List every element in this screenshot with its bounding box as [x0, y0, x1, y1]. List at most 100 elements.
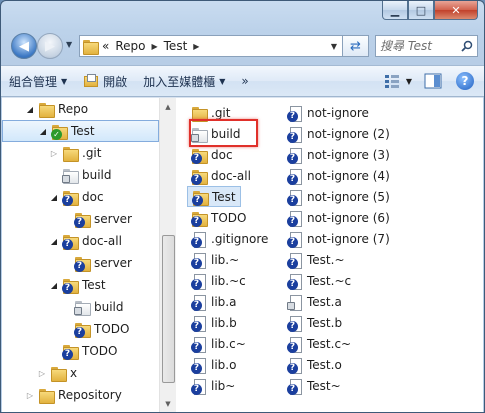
file-item-label: Test.a — [307, 294, 342, 309]
tree-item[interactable]: build — [2, 296, 159, 318]
forward-button[interactable]: ▶ — [37, 33, 63, 59]
organize-menu[interactable]: 組合管理 ▼ — [1, 66, 75, 96]
tree-item[interactable]: ◢? doc-all — [2, 230, 159, 252]
unversioned-badge-icon: ? — [191, 278, 202, 290]
file-item-label: not-ignore (7) — [307, 231, 390, 246]
file-item[interactable]: ? not-ignore (5) — [283, 186, 394, 207]
tree-item[interactable]: build — [2, 164, 159, 186]
breadcrumb-overflow[interactable]: « — [102, 39, 109, 53]
view-options-icon[interactable] — [384, 74, 402, 88]
file-item[interactable]: ? Test~ — [283, 375, 345, 396]
file-item-label: not-ignore (2) — [307, 126, 390, 141]
tree-item-label: Repository — [58, 388, 122, 402]
collapse-arrow-icon[interactable]: ◢ — [48, 186, 60, 208]
search-box[interactable] — [375, 35, 478, 57]
tree-item-label: x — [70, 366, 78, 380]
file-item[interactable]: ? lib~ — [187, 375, 239, 396]
file-item[interactable]: Test.a — [283, 291, 346, 312]
unversioned-badge-icon: ? — [74, 327, 85, 338]
collapse-arrow-icon[interactable]: ◢ — [48, 274, 60, 296]
file-item[interactable]: ? Test.c~ — [283, 333, 355, 354]
tree-item[interactable]: ? TODO — [2, 340, 159, 362]
highlight-annotation — [189, 119, 258, 147]
breadcrumb-test[interactable]: Test — [164, 39, 188, 53]
tree-item[interactable]: ◢? Test — [2, 274, 159, 296]
scrollbar-thumb[interactable] — [162, 235, 175, 383]
tree-item[interactable]: ▷ x — [2, 362, 159, 384]
chevron-down-icon[interactable]: ▼ — [406, 77, 412, 86]
tree-item[interactable]: ◢? doc — [2, 186, 159, 208]
folder-icon: ? — [74, 255, 91, 272]
file-item[interactable]: ? doc-all — [187, 165, 255, 186]
file-item[interactable]: ? TODO — [187, 207, 250, 228]
file-item[interactable]: ? Test.b — [283, 312, 346, 333]
file-item[interactable]: ? not-ignore (2) — [283, 123, 394, 144]
collapse-arrow-icon[interactable]: ◢ — [37, 120, 49, 142]
file-item[interactable]: ? Test.~ — [283, 249, 349, 270]
folder-icon: ? — [62, 277, 79, 294]
unversioned-badge-icon: ? — [287, 173, 298, 185]
expand-arrow-icon[interactable]: ▷ — [36, 362, 48, 384]
file-item[interactable]: ? not-ignore (6) — [283, 207, 394, 228]
file-item[interactable]: ? not-ignore (3) — [283, 144, 394, 165]
file-icon: ? — [287, 147, 303, 164]
minimize-button[interactable]: ▁ — [382, 1, 408, 20]
navigation-pane[interactable]: ◢ Repo ◢ ✓ Test ▷ .git build ◢? doc? server ◢? doc-a… — [2, 98, 159, 412]
file-item[interactable]: ? lib.~c — [187, 270, 250, 291]
file-item[interactable]: ? Test.o — [283, 354, 346, 375]
address-folder-icon — [80, 36, 100, 56]
file-item[interactable]: ? lib.a — [187, 291, 240, 312]
file-item[interactable]: ? lib.b — [187, 312, 241, 333]
file-item[interactable]: ? Test — [187, 186, 241, 207]
search-icon[interactable] — [461, 40, 473, 52]
tree-item[interactable]: ? TODO — [2, 318, 159, 340]
file-item[interactable]: ? Test.~c — [283, 270, 355, 291]
address-bar[interactable]: « Repo ▶ Test ▶ ▼ — [79, 35, 343, 57]
expand-arrow-icon — [48, 340, 60, 362]
tree-item[interactable]: ? server — [2, 252, 159, 274]
refresh-button[interactable]: ⇄ — [343, 35, 369, 57]
file-item[interactable]: ? doc — [187, 144, 237, 165]
folder-icon — [62, 167, 79, 184]
tree-item[interactable]: ▷ .git — [2, 142, 159, 164]
file-item-label: lib.c~ — [211, 336, 246, 351]
scroll-up-icon[interactable]: ▲ — [160, 98, 176, 115]
file-item[interactable]: ? lib.~ — [187, 249, 243, 270]
navigation-row: ◀ ▶ ▼ « Repo ▶ Test ▶ ▼ ⇄ — [9, 31, 478, 61]
search-input[interactable] — [380, 39, 461, 53]
close-button[interactable]: ✕ — [434, 1, 478, 20]
open-button[interactable]: 開啟 — [75, 66, 135, 96]
preview-pane-icon[interactable] — [424, 73, 442, 89]
add-to-library-menu[interactable]: 加入至媒體櫃 ▼ — [135, 66, 233, 96]
more-commands-button[interactable]: » — [233, 66, 256, 96]
file-item[interactable]: ? lib.o — [187, 354, 240, 375]
tree-item[interactable]: ◢ Repo — [2, 98, 159, 120]
tree-item[interactable]: ▷ Repository — [2, 384, 159, 406]
file-item[interactable]: ? not-ignore (4) — [283, 165, 394, 186]
file-item[interactable]: ? not-ignore — [283, 102, 373, 123]
file-item[interactable]: ? .gitignore — [187, 228, 272, 249]
tree-item-label: doc — [82, 190, 104, 204]
tree-item[interactable]: ? server — [2, 208, 159, 230]
breadcrumb-separator-icon[interactable]: ▶ — [193, 42, 199, 51]
expand-arrow-icon[interactable]: ▷ — [24, 384, 36, 406]
recent-pages-dropdown[interactable]: ▼ — [66, 40, 72, 49]
file-item[interactable]: ? lib.c~ — [187, 333, 250, 354]
normal-badge-icon: ✓ — [51, 129, 62, 140]
scroll-down-icon[interactable]: ▼ — [160, 395, 176, 412]
breadcrumb-separator-icon[interactable]: ▶ — [151, 42, 157, 51]
file-item[interactable]: ? not-ignore (7) — [283, 228, 394, 249]
navigation-scrollbar[interactable]: ▲ ▼ — [159, 98, 176, 412]
collapse-arrow-icon[interactable]: ◢ — [48, 230, 60, 252]
address-dropdown-icon[interactable]: ▼ — [326, 42, 342, 51]
file-icon — [287, 294, 303, 311]
back-button[interactable]: ◀ — [11, 33, 37, 59]
maximize-button[interactable]: □ — [408, 1, 434, 20]
tree-item[interactable]: ◢ ✓ Test — [2, 120, 159, 142]
expand-arrow-icon[interactable]: ▷ — [48, 142, 60, 164]
ignored-badge-icon — [62, 175, 70, 183]
help-icon[interactable]: ? — [456, 72, 474, 90]
breadcrumb-repo[interactable]: Repo — [115, 39, 145, 53]
chevron-down-icon: ▼ — [219, 76, 226, 86]
collapse-arrow-icon[interactable]: ◢ — [24, 98, 36, 120]
